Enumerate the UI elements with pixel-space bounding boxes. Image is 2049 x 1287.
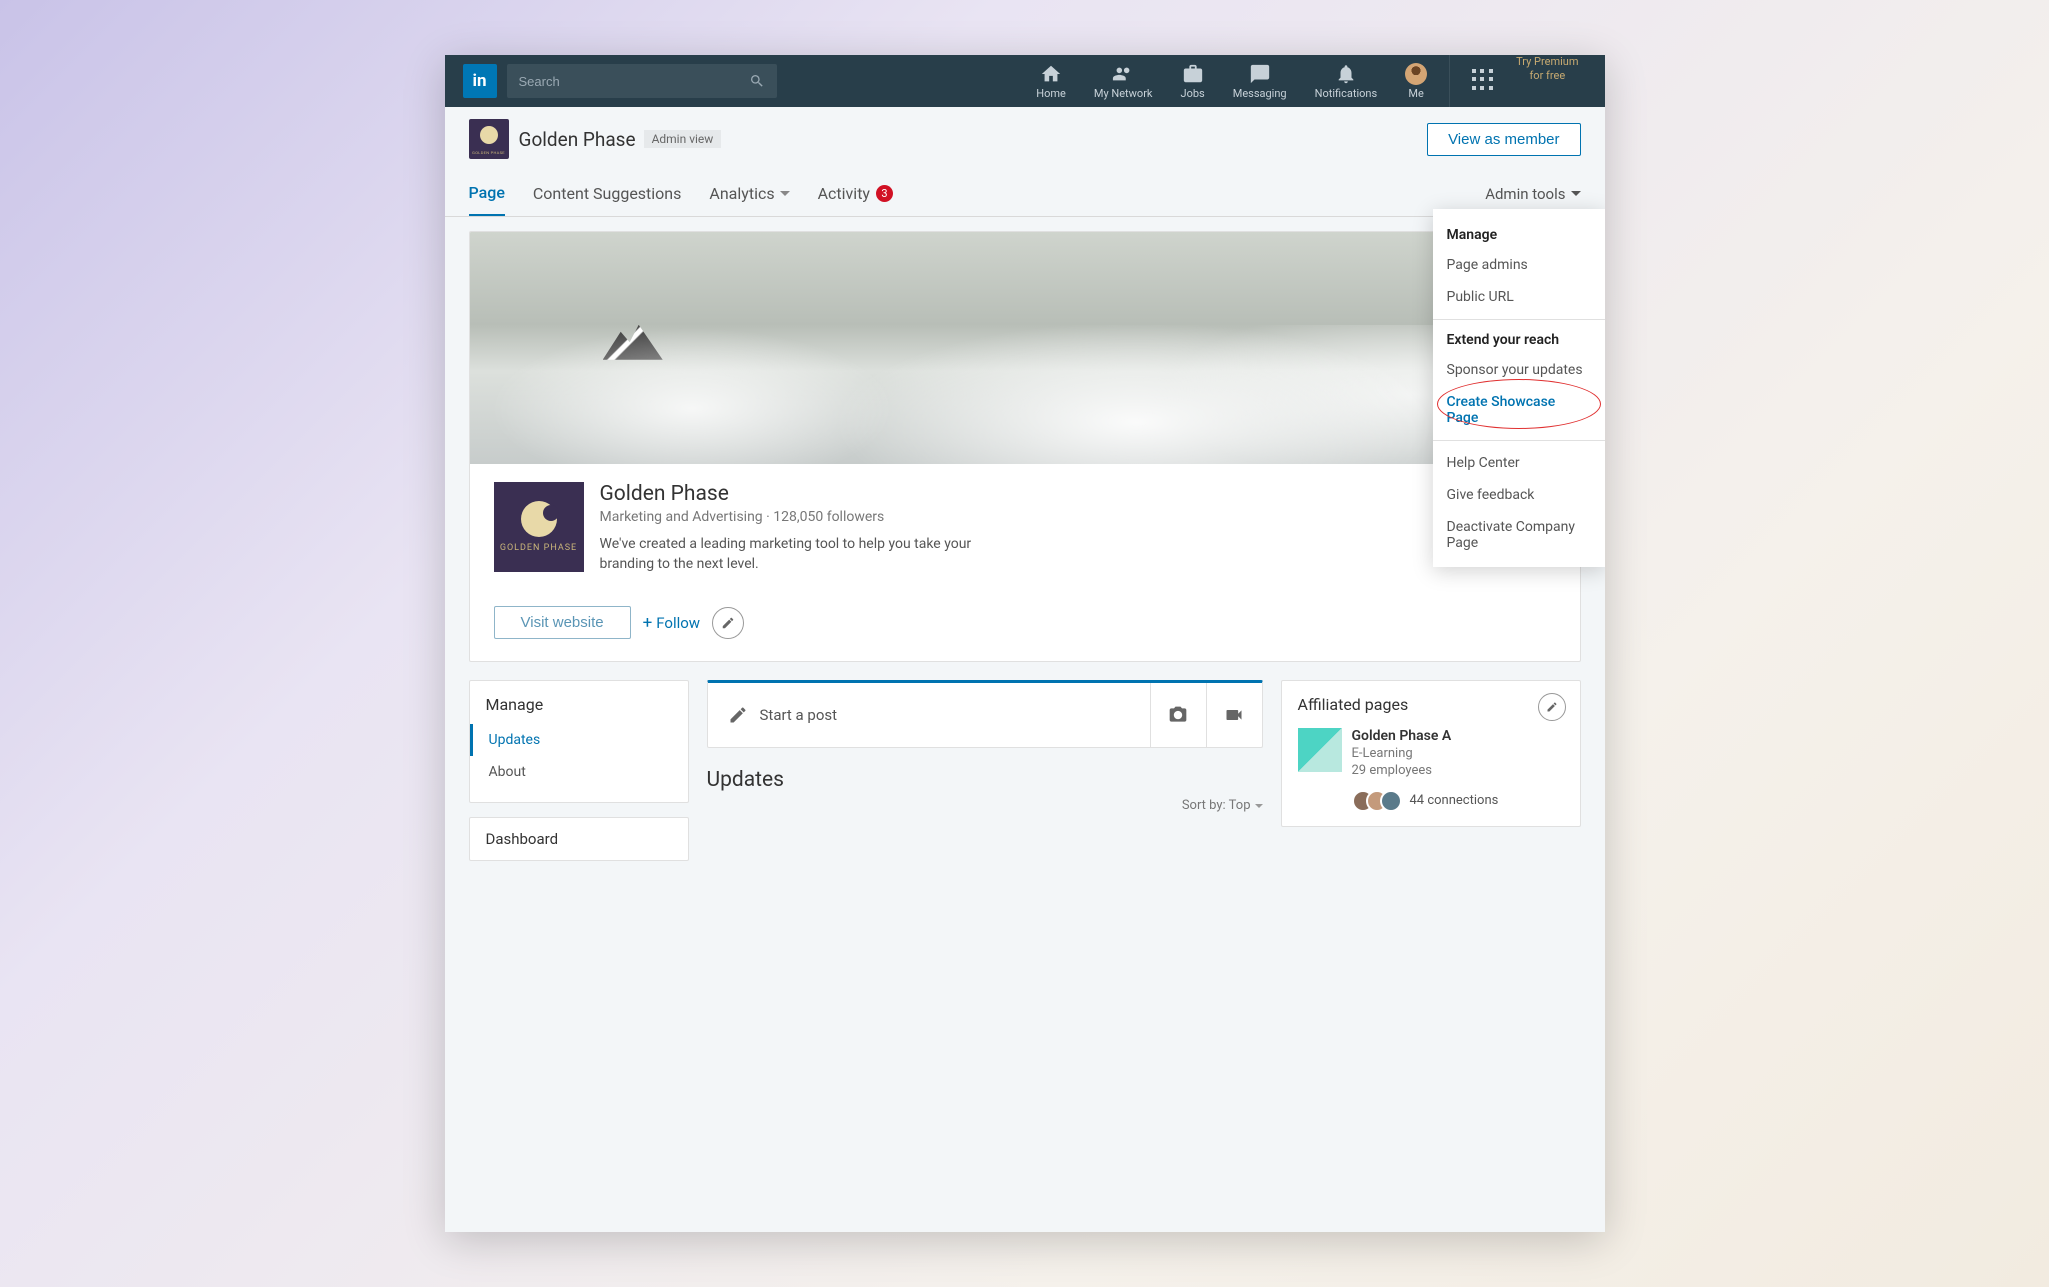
edit-affiliated-button[interactable] xyxy=(1538,693,1566,721)
connections-count: 44 connections xyxy=(1410,793,1499,808)
affiliated-industry: E-Learning xyxy=(1352,746,1452,763)
video-button[interactable] xyxy=(1206,683,1262,747)
affiliated-heading: Affiliated pages xyxy=(1298,695,1564,714)
affiliated-logo xyxy=(1298,728,1342,772)
company-logo: GOLDEN PHASE xyxy=(494,482,584,572)
manage-heading: Manage xyxy=(470,695,688,724)
dropdown-help[interactable]: Help Center xyxy=(1433,447,1605,479)
search-icon xyxy=(749,73,765,89)
tab-analytics[interactable]: Analytics xyxy=(709,172,789,215)
manage-updates-item[interactable]: Updates xyxy=(470,724,688,756)
nav-network[interactable]: My Network xyxy=(1080,55,1167,107)
page-title: Golden Phase xyxy=(519,128,636,151)
caret-down-icon xyxy=(1255,804,1263,808)
linkedin-logo[interactable]: in xyxy=(463,64,497,98)
company-meta: Marketing and Advertising · 128,050 foll… xyxy=(600,509,980,525)
avatar-icon xyxy=(1405,63,1427,85)
activity-badge: 3 xyxy=(876,185,893,202)
dropdown-create-showcase[interactable]: Create Showcase Page xyxy=(1433,386,1605,434)
compose-icon xyxy=(728,705,748,725)
search-input[interactable] xyxy=(519,74,749,89)
affiliated-page-item[interactable]: Golden Phase A E-Learning 29 employees xyxy=(1298,728,1564,780)
dropdown-header-manage: Manage xyxy=(1433,221,1605,249)
company-description: We've created a leading marketing tool t… xyxy=(600,535,980,574)
dashboard-card[interactable]: Dashboard xyxy=(469,817,689,861)
nav-jobs[interactable]: Jobs xyxy=(1167,55,1219,107)
view-as-member-button[interactable]: View as member xyxy=(1427,123,1580,156)
admin-tools-dropdown-trigger[interactable]: Admin tools xyxy=(1485,185,1580,203)
visit-website-button[interactable]: Visit website xyxy=(494,606,631,639)
manage-about-item[interactable]: About xyxy=(470,756,688,788)
sort-by-dropdown[interactable]: Sort by: Top xyxy=(707,798,1263,813)
apps-icon xyxy=(1472,69,1494,91)
nav-messaging[interactable]: Messaging xyxy=(1219,55,1301,107)
tab-activity[interactable]: Activity3 xyxy=(818,172,893,215)
admin-view-badge: Admin view xyxy=(644,130,722,148)
dropdown-page-admins[interactable]: Page admins xyxy=(1433,249,1605,281)
company-logo-small xyxy=(469,119,509,159)
try-premium-link[interactable]: Try Premiumfor free xyxy=(1508,55,1586,107)
dropdown-header-extend: Extend your reach xyxy=(1433,326,1605,354)
cover-image xyxy=(470,232,1580,464)
search-bar[interactable] xyxy=(507,64,777,98)
nav-apps[interactable] xyxy=(1458,55,1508,107)
start-post[interactable]: Start a post xyxy=(708,685,1150,745)
dropdown-deactivate[interactable]: Deactivate Company Page xyxy=(1433,511,1605,559)
edit-button[interactable] xyxy=(712,607,744,639)
connections-row[interactable]: 44 connections xyxy=(1352,790,1564,812)
dropdown-public-url[interactable]: Public URL xyxy=(1433,281,1605,313)
updates-heading: Updates xyxy=(707,768,1263,792)
company-name: Golden Phase xyxy=(600,482,980,506)
camera-button[interactable] xyxy=(1150,683,1206,747)
tab-content-suggestions[interactable]: Content Suggestions xyxy=(533,172,682,215)
caret-down-icon xyxy=(780,191,790,196)
affiliated-name: Golden Phase A xyxy=(1352,728,1452,744)
connection-avatar xyxy=(1380,790,1402,812)
follow-button[interactable]: Follow xyxy=(643,613,700,633)
nav-me[interactable]: Me xyxy=(1391,55,1441,107)
caret-down-icon xyxy=(1571,191,1581,196)
tab-page[interactable]: Page xyxy=(469,171,505,216)
admin-tools-dropdown: Manage Page admins Public URL Extend you… xyxy=(1433,209,1605,567)
dropdown-sponsor[interactable]: Sponsor your updates xyxy=(1433,354,1605,386)
affiliated-employees: 29 employees xyxy=(1352,763,1452,780)
nav-home[interactable]: Home xyxy=(1022,55,1080,107)
nav-notifications[interactable]: Notifications xyxy=(1301,55,1392,107)
dropdown-feedback[interactable]: Give feedback xyxy=(1433,479,1605,511)
